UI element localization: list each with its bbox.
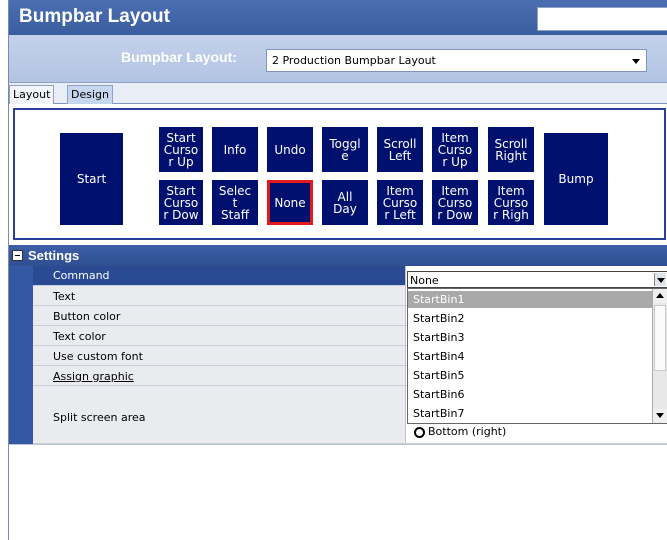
window-title: Bumpbar Layout — [19, 6, 170, 27]
radio-icon[interactable] — [414, 426, 425, 438]
key-bump[interactable]: Bump — [544, 133, 608, 225]
key-start-cursor-down[interactable]: Start Curso r Dow — [159, 180, 203, 225]
dropdown-option[interactable]: StartBin1 — [408, 291, 653, 308]
layout-select[interactable]: 2 Production Bumpbar Layout — [266, 49, 647, 72]
dropdown-option[interactable]: StartBin2 — [408, 310, 653, 327]
bumpbar-layout-window: Bumpbar Layout Bumpbar Layout: 2 Product… — [8, 0, 667, 540]
title-bar: Bumpbar Layout — [9, 0, 667, 35]
dropdown-scrollbar[interactable] — [652, 289, 667, 423]
dropdown-option[interactable]: StartBin4 — [408, 348, 653, 365]
dropdown-option[interactable]: StartBin3 — [408, 329, 653, 346]
settings-header[interactable]: Settings — [9, 245, 667, 266]
assign-graphic-link[interactable]: Assign graphic — [53, 370, 134, 383]
key-undo[interactable]: Undo — [267, 127, 313, 172]
dropdown-option[interactable]: StartBin6 — [408, 386, 653, 403]
row-label: Split screen area — [53, 411, 146, 424]
row-label: Text — [53, 290, 76, 303]
layout-selector-label: Bumpbar Layout: — [121, 49, 237, 65]
row-label: Text color — [53, 330, 106, 343]
chevron-down-icon[interactable] — [654, 273, 666, 286]
settings-title: Settings — [28, 248, 80, 263]
key-start-cursor-up[interactable]: Start Curso r Up — [159, 127, 203, 172]
key-none-selected[interactable]: None — [267, 180, 313, 225]
key-scroll-right[interactable]: Scroll Right — [488, 127, 534, 172]
key-item-cursor-left[interactable]: Item Curso r Left — [377, 180, 423, 225]
tab-design[interactable]: Design — [67, 85, 113, 104]
scroll-down-icon[interactable] — [653, 409, 667, 423]
row-label: Use custom font — [53, 350, 143, 363]
key-select-staff[interactable]: Selec t Staff — [212, 180, 258, 225]
key-toggle[interactable]: Toggl e — [322, 127, 368, 172]
key-item-cursor-right[interactable]: Item Curso r Righ — [488, 180, 534, 225]
blank-area — [9, 444, 667, 540]
title-search-box[interactable] — [537, 7, 667, 31]
chevron-down-icon[interactable] — [632, 59, 640, 64]
row-name-cell — [33, 286, 406, 305]
row-label: Command — [53, 269, 110, 282]
command-select-value: None — [410, 274, 439, 287]
tab-layout[interactable]: Layout — [9, 85, 55, 104]
row-label: Button color — [53, 310, 121, 323]
settings-gutter — [9, 266, 33, 444]
scroll-thumb[interactable] — [654, 305, 666, 371]
split-screen-radio[interactable]: Bottom (right) — [414, 425, 506, 438]
scroll-up-icon[interactable] — [653, 289, 667, 303]
dropdown-option[interactable]: StartBin5 — [408, 367, 653, 384]
layout-select-value: 2 Production Bumpbar Layout — [272, 54, 436, 67]
radio-label: Bottom (right) — [428, 425, 507, 438]
key-info[interactable]: Info — [212, 127, 258, 172]
tab-bar: Layout Design — [9, 83, 667, 104]
dropdown-option[interactable]: StartBin7 — [408, 405, 653, 422]
collapse-icon[interactable] — [12, 250, 23, 261]
command-dropdown-list[interactable]: StartBin1 StartBin2 StartBin3 StartBin4 … — [407, 288, 667, 424]
key-all-day[interactable]: All Day — [322, 180, 368, 225]
key-scroll-left[interactable]: Scroll Left — [377, 127, 423, 172]
command-select[interactable]: None — [407, 271, 667, 288]
bumpbar-design-area: Start Start Curso r Up Info Undo Toggl e… — [13, 108, 666, 240]
key-item-cursor-down[interactable]: Item Curso r Dow — [432, 180, 478, 225]
key-item-cursor-up[interactable]: Item Curso r Up — [432, 127, 478, 172]
layout-selector-row: Bumpbar Layout: 2 Production Bumpbar Lay… — [9, 35, 667, 83]
key-start[interactable]: Start — [60, 133, 123, 225]
